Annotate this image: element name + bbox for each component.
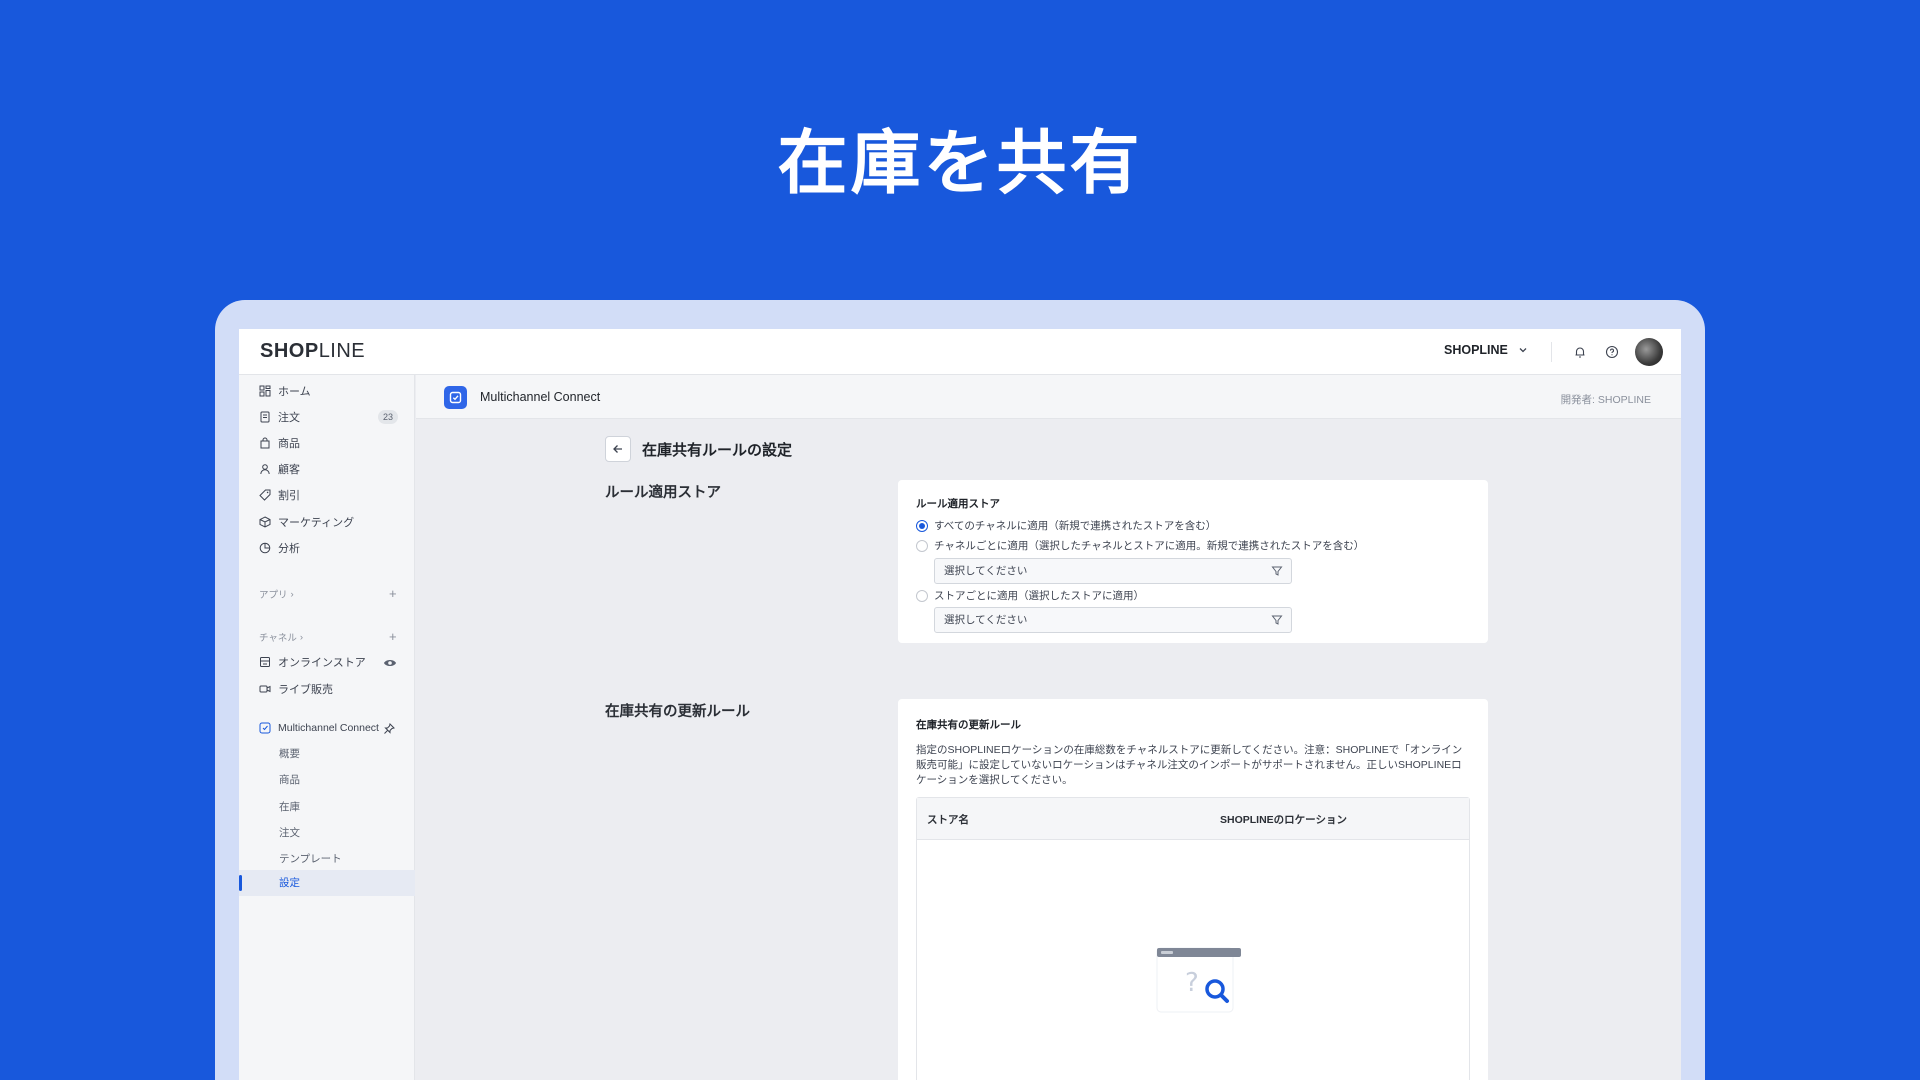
svg-text:?: ? (1185, 968, 1199, 998)
store-selector[interactable]: SHOPLINE (1444, 343, 1528, 357)
sidebar-item-analytics[interactable]: 分析 (259, 538, 300, 558)
divider (1551, 342, 1552, 362)
radio-button[interactable] (916, 539, 928, 552)
device-frame: SHOPLINE SHOPLINE ホーム 注文 23 商品 顧客 割引 マーケ… (215, 300, 1705, 1080)
chevron-right-icon: › (299, 631, 304, 643)
option-all-channels[interactable]: すべてのチャネルに適用（新規で連携されたストアを含む） (916, 518, 1216, 533)
developer-label: 開発者: SHOPLINE (1560, 394, 1651, 406)
sidebar-item-label: 割引 (278, 490, 300, 502)
avatar[interactable] (1635, 338, 1663, 366)
sidebar-item-label: マーケティング (278, 517, 355, 529)
sidebar-subitem-templates[interactable]: テンプレート (279, 850, 342, 868)
sidebar-item-label: 注文 (278, 412, 300, 424)
bell-icon[interactable] (1570, 342, 1590, 362)
add-channel-icon[interactable]: + (389, 629, 397, 645)
app-name: Multichannel Connect (480, 390, 601, 404)
sidebar-item-marketing[interactable]: マーケティング (259, 512, 354, 532)
help-icon[interactable] (1602, 342, 1622, 362)
card-title: ルール適用ストア (916, 498, 1000, 510)
add-app-icon[interactable]: + (389, 586, 397, 602)
chevron-down-icon (1519, 348, 1527, 353)
column-header-location: SHOPLINEのロケーション (1220, 814, 1347, 826)
apps-section-header[interactable]: アプリ › (259, 586, 294, 602)
table-header: ストア名 SHOPLINEのロケーション (917, 798, 1469, 840)
sidebar-active-row (239, 870, 415, 896)
select-placeholder: 選択してください (944, 614, 1028, 626)
sidebar-item-products[interactable]: 商品 (259, 433, 300, 453)
chart-icon (259, 542, 271, 554)
sidebar-item-home[interactable]: ホーム (259, 381, 311, 401)
location-table: ストア名 SHOPLINEのロケーション ? (916, 797, 1470, 1080)
eye-icon[interactable] (383, 656, 397, 674)
sidebar-item-live-selling[interactable]: ライブ販売 (259, 679, 333, 699)
sidebar-subitem-inventory[interactable]: 在庫 (279, 798, 300, 816)
option-label: チャネルごとに適用（選択したチャネルとストアに適用。新規で連携されたストアを含む… (934, 540, 1365, 552)
sidebar-item-multichannel-connect[interactable]: Multichannel Connect (259, 718, 379, 738)
store-icon (260, 657, 270, 667)
sidebar-item-online-store[interactable]: オンラインストア (259, 652, 366, 672)
empty-state-illustration: ? (1145, 938, 1245, 1018)
sidebar-item-label: ライブ販売 (278, 684, 333, 696)
tag-icon (259, 489, 271, 501)
sidebar-subitem-products[interactable]: 商品 (279, 771, 300, 789)
option-per-channel[interactable]: チャネルごとに適用（選択したチャネルとストアに適用。新規で連携されたストアを含む… (916, 538, 1364, 553)
option-per-store[interactable]: ストアごとに適用（選択したストアに適用） (916, 588, 1144, 603)
store-name: SHOPLINE (1444, 343, 1508, 357)
column-header-store: ストア名 (927, 814, 969, 826)
section-label-update-rule: 在庫共有の更新ルール (605, 704, 750, 720)
pin-icon[interactable] (383, 722, 395, 740)
section-label-rule-stores: ルール適用ストア (605, 485, 721, 501)
chevron-right-icon: › (290, 588, 294, 600)
filter-icon (1271, 615, 1283, 625)
bag-icon (260, 437, 270, 449)
order-icon (260, 411, 270, 423)
back-button[interactable] (605, 436, 631, 462)
active-indicator (239, 875, 242, 891)
radio-button-selected[interactable] (916, 519, 928, 532)
sidebar-item-customers[interactable]: 顧客 (259, 459, 300, 479)
person-icon (260, 464, 270, 475)
sidebar-item-label: 分析 (278, 543, 300, 555)
sidebar-subitem-orders[interactable]: 注文 (279, 824, 300, 842)
sidebar-item-label: 商品 (278, 438, 300, 450)
page-title: 在庫共有ルールの設定 (642, 442, 793, 459)
card-title: 在庫共有の更新ルール (916, 719, 1021, 731)
top-bar: SHOPLINE SHOPLINE (239, 329, 1681, 375)
select-placeholder: 選択してください (944, 565, 1028, 577)
option-label: ストアごとに適用（選択したストアに適用） (934, 590, 1144, 602)
hero-title: 在庫を共有 (777, 122, 1143, 204)
home-grid-icon (259, 385, 271, 397)
channel-select[interactable]: 選択してください (934, 558, 1292, 584)
app-logo-icon (444, 386, 467, 409)
app-window: SHOPLINE SHOPLINE ホーム 注文 23 商品 顧客 割引 マーケ… (239, 329, 1681, 1080)
rule-stores-card: ルール適用ストア すべてのチャネルに適用（新規で連携されたストアを含む） チャネ… (898, 480, 1488, 643)
video-icon (259, 685, 271, 693)
sidebar-item-label: Multichannel Connect (278, 722, 379, 734)
cube-icon (259, 516, 271, 528)
arrow-left-icon (613, 445, 622, 453)
sidebar-item-orders[interactable]: 注文 (259, 407, 300, 427)
orders-count-badge: 23 (378, 410, 398, 424)
sidebar-item-label: 顧客 (278, 464, 300, 476)
channels-section-header[interactable]: チャネル › (259, 629, 303, 645)
sidebar-item-discounts[interactable]: 割引 (259, 485, 300, 505)
update-rule-card: 在庫共有の更新ルール 指定のSHOPLINEロケーションの在庫総数をチャネルスト… (898, 699, 1488, 1080)
store-select[interactable]: 選択してください (934, 607, 1292, 633)
filter-icon (1271, 566, 1283, 576)
sidebar: ホーム 注文 23 商品 顧客 割引 マーケティング 分析 アプリ › + チャ… (239, 375, 415, 1080)
rule-description: 指定のSHOPLINEロケーションの在庫総数をチャネルストアに更新してください。… (916, 744, 1463, 786)
app-header: Multichannel Connect 開発者: SHOPLINE (416, 375, 1681, 419)
sidebar-subitem-overview[interactable]: 概要 (279, 745, 300, 763)
radio-button[interactable] (916, 589, 928, 602)
sidebar-item-label: ホーム (278, 386, 311, 398)
app-logo-icon (259, 722, 271, 734)
sidebar-item-label: オンラインストア (278, 657, 366, 669)
shopline-logo[interactable]: SHOPLINE (260, 340, 365, 363)
option-label: すべてのチャネルに適用（新規で連携されたストアを含む） (934, 520, 1217, 532)
sidebar-subitem-settings[interactable]: 設定 (279, 874, 300, 892)
